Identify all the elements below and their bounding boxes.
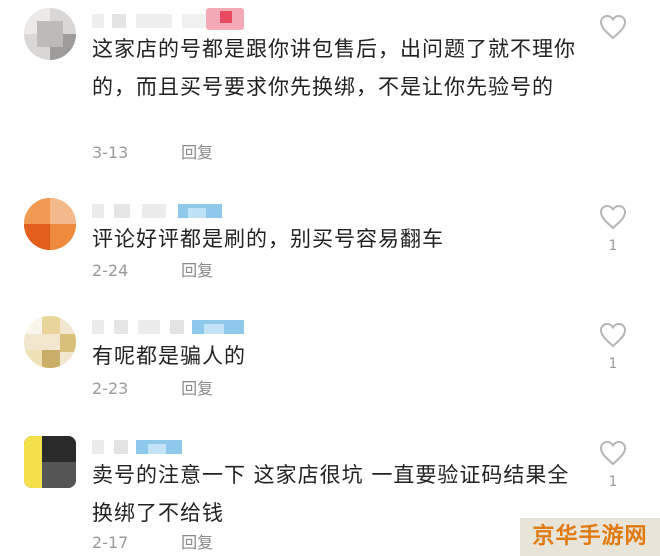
avatar[interactable] <box>24 436 76 488</box>
like-count: 1 <box>608 238 618 254</box>
comment-text: 这家店的号都是跟你讲包售后，出问题了就不理你的，而且买号要求你先换绑，不是让你先… <box>92 37 576 99</box>
heart-outline-icon <box>599 440 627 466</box>
comment-date: 2-17 <box>92 533 129 552</box>
comment-text: 卖号的注意一下 这家店很坑 一直要验证码结果全换绑了不给钱 <box>92 463 570 525</box>
comment-meta: 2-24 回复 <box>92 257 213 281</box>
reply-button[interactable]: 回复 <box>181 529 213 553</box>
reply-button[interactable]: 回复 <box>181 257 213 281</box>
comment-text: 评论好评都是刷的，别买号容易翻车 <box>92 227 444 251</box>
comment-date: 2-24 <box>92 261 129 280</box>
comment-date: 2-23 <box>92 379 129 398</box>
comment-meta: 2-17 回复 <box>92 529 213 553</box>
like-count: 1 <box>608 474 618 490</box>
like-count: 1 <box>608 356 618 372</box>
like-button[interactable]: 1 <box>598 204 628 254</box>
comment-date: 3-13 <box>92 143 129 162</box>
reply-button[interactable]: 回复 <box>181 139 213 163</box>
comment-meta: 3-13 回复 <box>92 139 213 163</box>
heart-outline-icon <box>599 204 627 230</box>
comment-text: 有呢都是骗人的 <box>92 344 246 368</box>
like-button[interactable]: 1 <box>598 440 628 490</box>
comment-meta: 2-23 回复 <box>92 375 213 399</box>
like-button[interactable]: 1 <box>598 322 628 372</box>
avatar[interactable] <box>24 8 76 60</box>
reply-button[interactable]: 回复 <box>181 375 213 399</box>
heart-outline-icon <box>599 322 627 348</box>
site-watermark: 京华手游网 <box>520 518 660 556</box>
like-button[interactable] <box>598 14 628 48</box>
heart-outline-icon <box>599 14 627 40</box>
avatar[interactable] <box>24 316 76 368</box>
avatar[interactable] <box>24 198 76 250</box>
